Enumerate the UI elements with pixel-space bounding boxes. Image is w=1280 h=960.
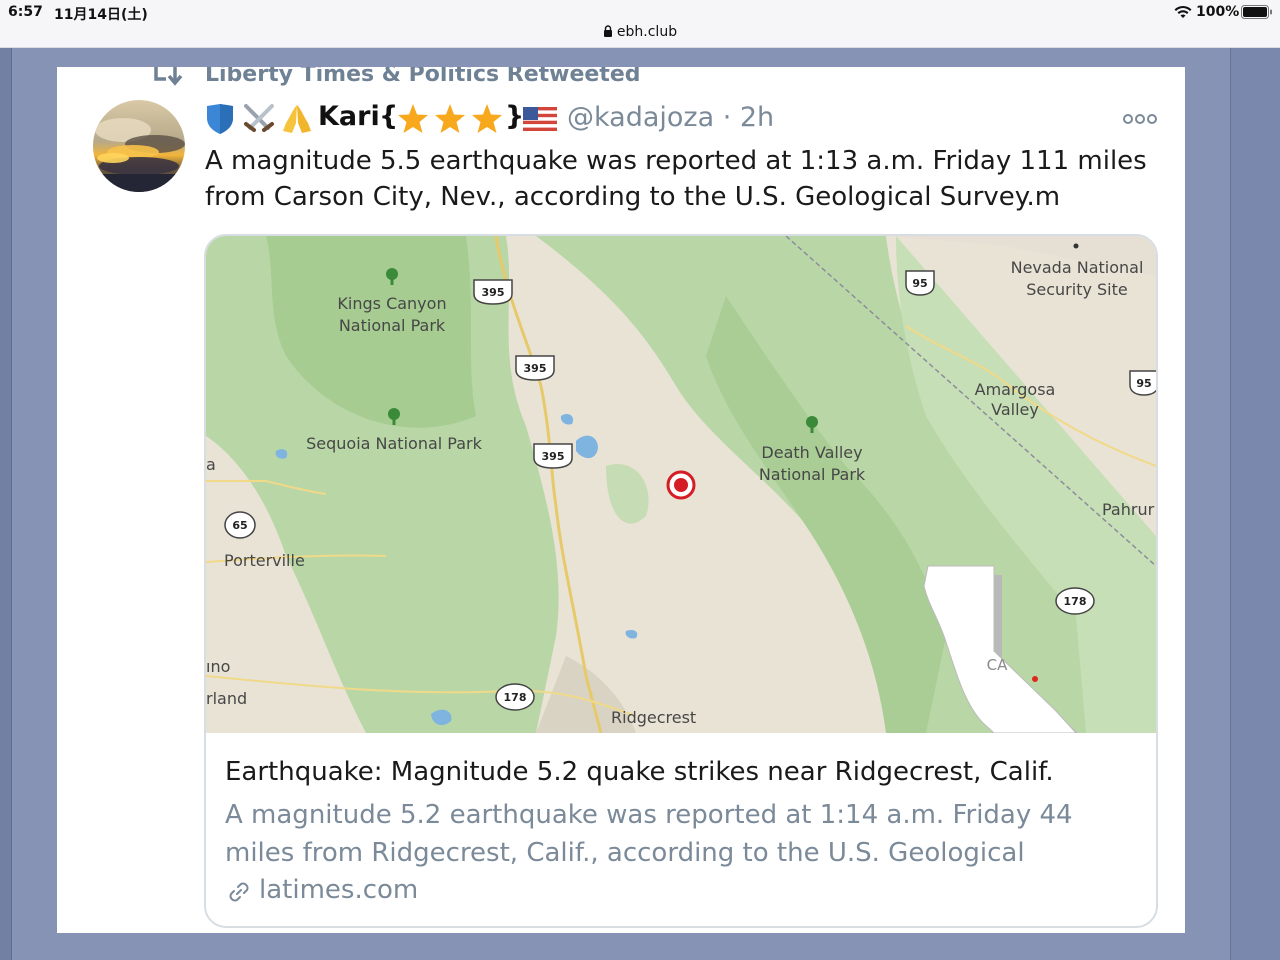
link-card-title[interactable]: Earthquake: Magnitude 5.2 quake strikes …	[225, 757, 1054, 787]
map-label: Kings Canyon	[337, 294, 446, 313]
star-icon	[435, 104, 465, 133]
tweet-card[interactable]: Liberty Times & Politics Retweeted Kari …	[57, 67, 1185, 933]
map-label: Valley	[991, 400, 1039, 419]
us395-shield: 395	[533, 443, 573, 469]
link-card-domain[interactable]: latimes.com	[259, 875, 418, 905]
map-label: Nevada National	[1011, 258, 1144, 277]
retweet-icon	[154, 67, 183, 86]
svg-text:395: 395	[524, 362, 547, 375]
map-label: Amargosa	[975, 380, 1056, 399]
star-icon	[398, 104, 428, 133]
map-label: National Park	[339, 316, 446, 335]
map-label: a	[206, 455, 216, 474]
us95-shield: 95	[1129, 370, 1156, 396]
svg-text:178: 178	[1064, 595, 1087, 608]
tweet-text: A magnitude 5.5 earthquake was reported …	[205, 146, 1147, 212]
map-label: Death Valley	[761, 443, 862, 462]
svg-text:395: 395	[542, 450, 565, 463]
svg-text:CA: CA	[987, 656, 1008, 674]
map-label: Pahrur	[1102, 500, 1155, 519]
display-name[interactable]: Kari	[318, 101, 380, 132]
map-label: ıno	[206, 657, 230, 676]
status-bar: 6:57 11月14日(土) 100% ebh.club	[0, 0, 1280, 48]
link-card-description: A magnitude 5.2 earthquake was reported …	[225, 800, 1073, 868]
map-label: Security Site	[1026, 280, 1128, 299]
map-label: National Park	[759, 465, 866, 484]
us395-shield: 395	[473, 279, 513, 305]
crossed-swords-icon	[244, 104, 274, 132]
page-side-right	[1230, 48, 1280, 960]
us395-shield: 395	[515, 355, 555, 381]
link-preview-card[interactable]: Kings Canyon National Park Sequoia Natio…	[204, 234, 1158, 928]
page-side-left	[0, 48, 12, 960]
wifi-icon	[1174, 5, 1192, 18]
sr65-shield: 65	[224, 511, 256, 539]
name-brace-open: {	[379, 101, 399, 132]
star-icon	[472, 104, 502, 133]
us95-shield: 95	[905, 270, 935, 296]
status-time: 6:57	[8, 4, 43, 20]
map-label: Sequoia National Park	[306, 434, 482, 453]
map-graphic: Kings Canyon National Park Sequoia Natio…	[206, 236, 1156, 733]
epicenter-marker	[666, 470, 696, 500]
map-label: rland	[206, 689, 247, 708]
address-bar[interactable]: ebh.club	[0, 24, 1280, 40]
handle-and-time[interactable]: @kadajoza · 2h	[567, 102, 774, 133]
status-date: 11月14日(土)	[54, 7, 148, 23]
lock-icon	[603, 25, 612, 37]
svg-text:65: 65	[232, 519, 247, 532]
svg-text:95: 95	[912, 277, 927, 290]
name-brace-close: }	[505, 101, 525, 132]
url-text: ebh.club	[616, 24, 678, 40]
svg-text:178: 178	[504, 691, 527, 704]
sr178-shield: 178	[1055, 587, 1095, 615]
battery-icon	[1241, 5, 1272, 19]
folded-hands-icon	[283, 105, 311, 133]
svg-text:395: 395	[482, 286, 505, 299]
retweet-context[interactable]: Liberty Times & Politics Retweeted	[205, 67, 641, 87]
us-flag-icon	[523, 107, 557, 131]
shield-icon	[207, 104, 233, 134]
link-icon	[229, 882, 249, 902]
battery-percentage: 100%	[1196, 4, 1240, 20]
map-label: Ridgecrest	[611, 708, 696, 727]
avatar[interactable]	[93, 100, 185, 192]
svg-text:95: 95	[1136, 377, 1151, 390]
sr178-shield: 178	[495, 683, 535, 711]
map-label: Porterville	[224, 551, 305, 570]
map-image: Kings Canyon National Park Sequoia Natio…	[206, 236, 1156, 733]
more-options-icon[interactable]	[1123, 113, 1157, 125]
